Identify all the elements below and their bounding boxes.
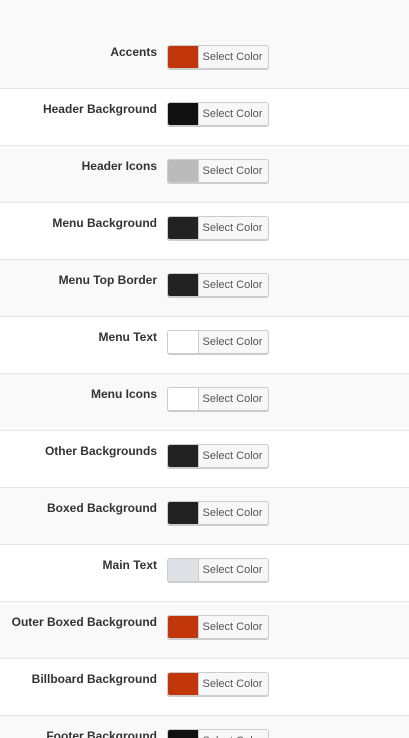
color-swatch [168,445,199,467]
color-swatch [168,502,199,524]
setting-label: Header Icons [81,159,157,173]
select-color-label: Select Color [202,279,263,291]
color-swatch [168,331,199,353]
select-color-label: Select Color [202,678,263,690]
select-color-label: Select Color [202,51,263,63]
setting-label: Boxed Background [46,501,157,515]
color-swatch [168,730,199,738]
setting-row-menu-top-border: Menu Top Border Select Color [0,260,409,317]
setting-row-menu-background: Menu Background Select Color [0,203,409,260]
select-color-button[interactable]: Select Color [167,615,269,639]
setting-row-footer-background: Footer Background Select Color [0,716,409,738]
select-color-label: Select Color [199,730,268,738]
select-color-button[interactable]: Select Color [167,558,269,582]
setting-label: Menu Background [52,216,157,230]
color-swatch [168,559,199,581]
color-swatch [168,160,199,182]
setting-label: Header Background [42,102,157,116]
setting-row-accents: Accents Select Color [0,32,409,89]
setting-row-menu-icons: Menu Icons Select Color [0,374,409,431]
setting-label: Billboard Background [31,672,157,686]
select-color-button[interactable]: Select Color [167,444,269,468]
setting-label: Menu Icons [90,387,157,401]
color-swatch [168,616,199,638]
select-color-button[interactable]: Select Color [167,273,269,297]
select-color-label: Select Color [202,564,263,576]
select-color-button[interactable]: Select Color [167,501,269,525]
select-color-button[interactable]: Select Color [167,672,269,696]
select-color-label: Select Color [202,108,263,120]
color-swatch [168,46,199,68]
setting-row-other-backgrounds: Other Backgrounds Select Color [0,431,409,488]
setting-label: Outer Boxed Background [11,615,157,629]
select-color-label: Select Color [202,450,263,462]
setting-row-boxed-background: Boxed Background Select Color [0,488,409,545]
setting-row-billboard-background: Billboard Background Select Color [0,659,409,716]
select-color-label: Select Color [202,222,263,234]
select-color-label: Select Color [202,336,263,348]
select-color-label: Select Color [202,393,263,405]
color-swatch [168,388,199,410]
select-color-button[interactable]: Select Color [167,102,269,126]
color-settings-table: Accents Select Color Header Background S… [0,0,409,738]
select-color-button[interactable]: Select Color [167,45,269,69]
select-color-button[interactable]: Select Color [167,729,269,738]
color-swatch [168,103,199,125]
color-swatch [168,217,199,239]
setting-row-menu-text: Menu Text Select Color [0,317,409,374]
select-color-button[interactable]: Select Color [167,330,269,354]
setting-label: Menu Text [98,330,157,344]
setting-label: Footer Background [46,729,157,738]
color-swatch [168,274,199,296]
setting-row-main-text: Main Text Select Color [0,545,409,602]
select-color-label: Select Color [202,165,263,177]
setting-row-outer-boxed-background: Outer Boxed Background Select Color [0,602,409,659]
setting-label: Accents [110,45,157,59]
setting-label: Main Text [102,558,157,572]
setting-row-header-background: Header Background Select Color [0,89,409,146]
select-color-label: Select Color [202,621,263,633]
table-top-padding [0,0,409,32]
setting-row-header-icons: Header Icons Select Color [0,146,409,203]
select-color-button[interactable]: Select Color [167,216,269,240]
setting-label: Other Backgrounds [44,444,157,458]
select-color-button[interactable]: Select Color [167,159,269,183]
color-swatch [168,673,199,695]
select-color-label: Select Color [202,507,263,519]
select-color-button[interactable]: Select Color [167,387,269,411]
setting-label: Menu Top Border [58,273,157,287]
